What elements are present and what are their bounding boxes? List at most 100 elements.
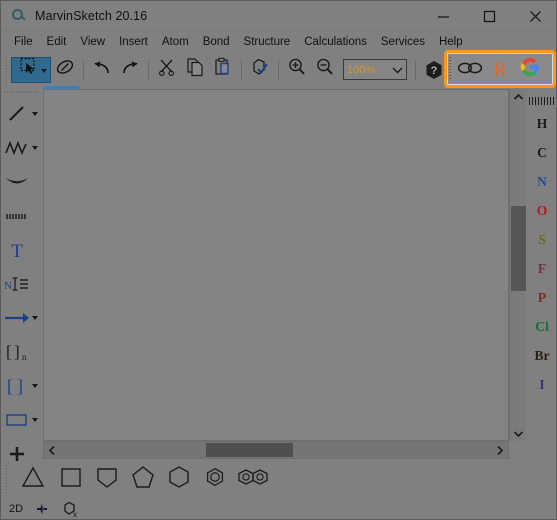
menu-view[interactable]: View: [73, 34, 112, 50]
dimension-mode-label[interactable]: 2D: [9, 503, 23, 515]
rectangle-dropdown-caret-icon[interactable]: [32, 418, 38, 422]
clipboard-icon: [212, 57, 234, 82]
bracket-tool[interactable]: [ ]: [1, 369, 41, 403]
naphthalene-ring-button[interactable]: [233, 463, 273, 495]
chevron-up-icon[interactable]: [510, 89, 527, 104]
chevron-down-icon[interactable]: [510, 426, 527, 441]
svg-text:?: ?: [431, 65, 438, 77]
cyclopropane-ring-button[interactable]: [17, 463, 49, 495]
minimize-button[interactable]: [420, 1, 466, 31]
menu-file[interactable]: File: [7, 34, 40, 50]
reaxys-search-button[interactable]: R: [485, 55, 515, 83]
extension-search-toolbar: R: [444, 50, 556, 88]
square-brackets-icon: [ ]: [2, 371, 32, 401]
horizontal-scrollbar-thumb[interactable]: [206, 443, 293, 457]
chevron-right-icon[interactable]: [492, 442, 508, 458]
toolbar-separator: [278, 59, 279, 80]
structure-check-button[interactable]: [246, 57, 274, 83]
benzene-aromatic-ring-icon: [203, 465, 227, 494]
selection-dropdown-caret-icon[interactable]: [41, 68, 47, 73]
element-button-cl[interactable]: Cl: [526, 312, 556, 341]
polymer-bracket-tool[interactable]: [ ] n: [1, 335, 41, 369]
zoom-level-combobox[interactable]: 100%: [343, 59, 407, 80]
zoom-in-button[interactable]: [283, 57, 311, 83]
window-controls: [420, 1, 556, 31]
menu-insert[interactable]: Insert: [112, 34, 155, 50]
toolbar-separator: [241, 59, 242, 80]
element-panel-drag-grip[interactable]: [529, 97, 555, 105]
element-button-p[interactable]: P: [526, 283, 556, 312]
vertical-scrollbar-thumb[interactable]: [511, 206, 526, 291]
single-bond-tool[interactable]: [1, 97, 41, 131]
letter-t-icon: T: [2, 235, 32, 265]
text-tool[interactable]: T: [1, 233, 41, 267]
naphthalene-fused-ring-icon: [235, 466, 271, 493]
bracket-dropdown-caret-icon[interactable]: [32, 384, 38, 388]
svg-text:[: [: [6, 342, 12, 361]
cut-button[interactable]: [153, 57, 181, 83]
ring-template-toolbar: [1, 461, 526, 497]
element-button-i[interactable]: I: [526, 370, 556, 399]
element-button-br[interactable]: Br: [526, 341, 556, 370]
magnifier-minus-icon: [314, 57, 336, 82]
svg-text:]: ]: [17, 376, 23, 396]
bracket-n-subscript-icon: [ ] n: [2, 337, 32, 367]
benzene-ring-button[interactable]: [199, 463, 231, 495]
square-ring-icon: [58, 464, 84, 495]
element-button-o[interactable]: O: [526, 196, 556, 225]
copy-pages-icon: [184, 57, 206, 82]
close-button[interactable]: [512, 1, 556, 31]
element-button-n[interactable]: N: [526, 167, 556, 196]
chain-bond-tool[interactable]: [1, 131, 41, 165]
maximize-button[interactable]: [466, 1, 512, 31]
cyclopentadiene-ring-button[interactable]: [91, 463, 123, 495]
reaction-arrow-tool[interactable]: [1, 301, 41, 335]
structure-checkmark-icon: [249, 57, 271, 82]
element-button-c[interactable]: C: [526, 138, 556, 167]
menu-atom[interactable]: Atom: [155, 34, 196, 50]
cyclopentane-ring-button[interactable]: [127, 463, 159, 495]
menu-calculations[interactable]: Calculations: [297, 34, 374, 50]
hexagon-ring-icon: [166, 464, 192, 495]
google-search-button[interactable]: [515, 55, 545, 83]
element-button-h[interactable]: H: [526, 109, 556, 138]
zoom-out-button[interactable]: [311, 57, 339, 83]
chirality-marker-icon[interactable]: [35, 502, 49, 516]
bold-wedge-bond-icon: [2, 167, 32, 197]
chevron-down-icon[interactable]: [391, 66, 403, 74]
toolbar-drag-grip[interactable]: [3, 56, 11, 83]
undo-button[interactable]: [88, 57, 116, 83]
copy-button[interactable]: [181, 57, 209, 83]
redo-button[interactable]: [116, 57, 144, 83]
left-panel-drag-grip[interactable]: [4, 89, 38, 95]
chain-bond-dropdown-caret-icon[interactable]: [32, 146, 38, 150]
reaction-arrow-dropdown-caret-icon[interactable]: [32, 316, 38, 320]
rectangle-tool[interactable]: [1, 403, 41, 437]
menu-structure[interactable]: Structure: [237, 34, 298, 50]
selection-tool-button[interactable]: [11, 56, 51, 83]
paste-button[interactable]: [209, 57, 237, 83]
menu-help[interactable]: Help: [432, 34, 470, 50]
chevron-left-icon[interactable]: [44, 442, 60, 458]
letter-r-icon: R: [493, 58, 507, 80]
element-button-f[interactable]: F: [526, 254, 556, 283]
chemaxon-structure-search-button[interactable]: [455, 55, 485, 83]
element-button-s[interactable]: S: [526, 225, 556, 254]
molecule-drawing-canvas[interactable]: [43, 89, 509, 441]
menu-bond[interactable]: Bond: [196, 34, 237, 50]
hashed-bond-tool[interactable]: [1, 199, 41, 233]
cyclohexane-ring-button[interactable]: [163, 463, 195, 495]
zigzag-chain-icon: [2, 133, 32, 163]
wedge-bond-tool[interactable]: [1, 165, 41, 199]
canvas-vertical-scrollbar[interactable]: [509, 89, 526, 441]
menu-services[interactable]: Services: [374, 34, 432, 50]
cyclobutane-ring-button[interactable]: [55, 463, 87, 495]
eraser-tool-button[interactable]: [51, 57, 79, 83]
menu-edit[interactable]: Edit: [40, 34, 74, 50]
single-bond-dropdown-caret-icon[interactable]: [32, 112, 38, 116]
canvas-horizontal-scrollbar[interactable]: [43, 441, 509, 459]
atom-label-tool[interactable]: N: [1, 267, 41, 301]
ring-toolbar-drag-grip[interactable]: [5, 465, 11, 493]
zoom-level-value: 100%: [347, 63, 376, 76]
structure-x-icon[interactable]: x: [61, 500, 79, 518]
